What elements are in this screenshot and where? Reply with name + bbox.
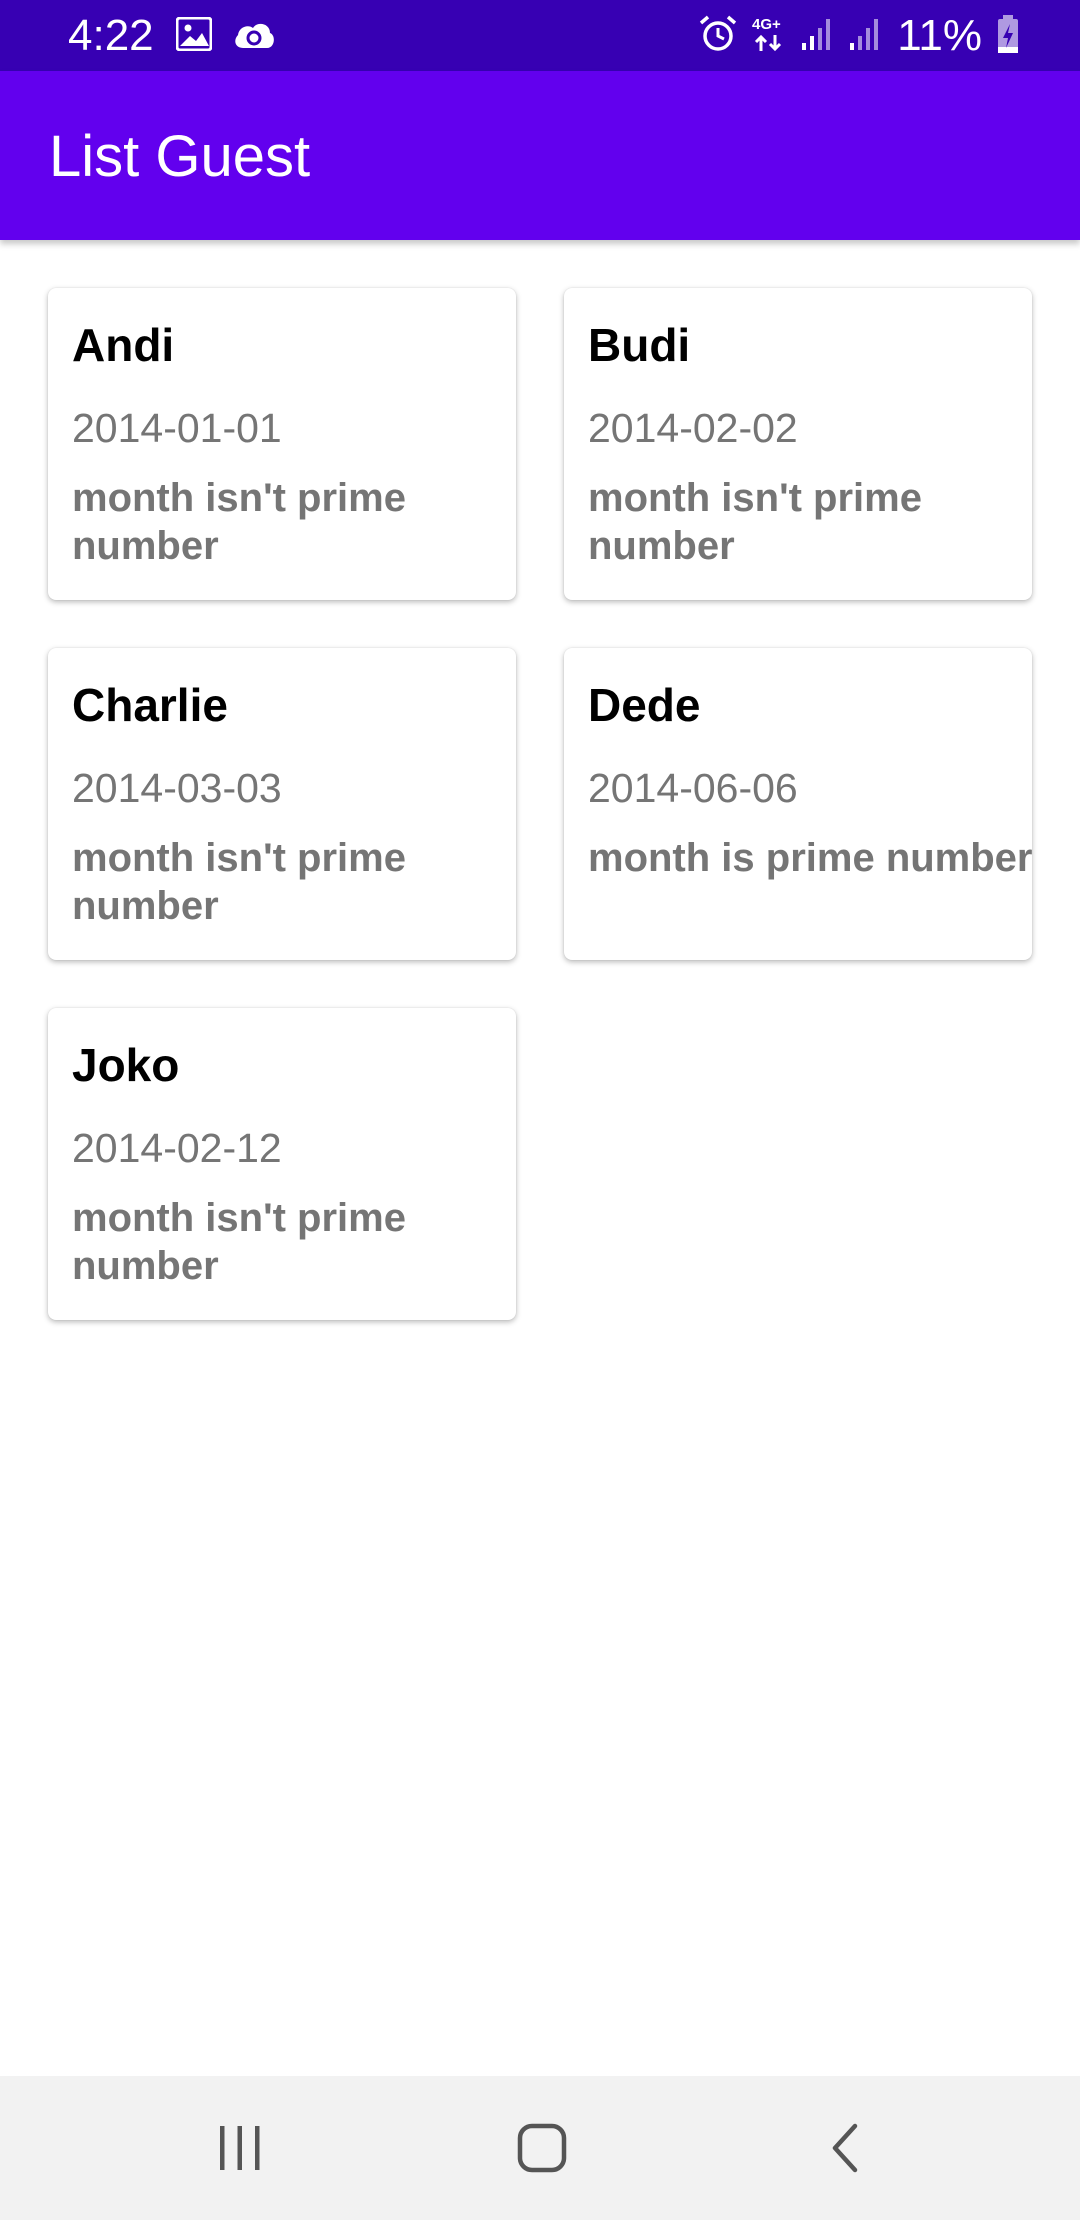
status-system-icons: 4G+ 11% [699, 10, 1020, 62]
cloud-sync-icon [232, 18, 276, 55]
signal-icon [849, 17, 883, 56]
home-button[interactable] [502, 2108, 582, 2188]
screen: 4:22 4G+ 11% List Guest Andi 2014-01-01 … [0, 0, 1080, 2220]
guest-card[interactable]: Charlie 2014-03-03 month isn't prime num… [48, 648, 516, 960]
guest-date: 2014-03-03 [72, 765, 282, 811]
guest-card[interactable]: Andi 2014-01-01 month isn't prime number [48, 288, 516, 600]
svg-text:4G+: 4G+ [752, 16, 781, 33]
guest-date: 2014-02-02 [588, 405, 798, 451]
back-button[interactable] [805, 2108, 885, 2188]
status-notification-icons [175, 16, 276, 56]
guest-date: 2014-01-01 [72, 405, 282, 451]
battery-percentage: 11% [897, 11, 982, 60]
home-icon [517, 2123, 567, 2173]
guest-card[interactable]: Budi 2014-02-02 month isn't prime number [564, 288, 1032, 600]
guest-date: 2014-02-12 [72, 1125, 282, 1171]
guest-date: 2014-06-06 [588, 765, 798, 811]
page-title: List Guest [49, 124, 311, 189]
status-bar: 4:22 4G+ 11% [0, 0, 1080, 71]
guest-prime-status: month isn't prime number [72, 476, 406, 568]
guest-name: Joko [72, 1039, 180, 1091]
alarm-icon [699, 15, 737, 58]
guest-list: Andi 2014-01-01 month isn't prime number… [48, 288, 1033, 1320]
guest-name: Andi [72, 319, 175, 371]
network-4g-icon: 4G+ [751, 15, 787, 58]
guest-name: Charlie [72, 679, 228, 731]
guest-prime-status: month isn't prime number [72, 1196, 406, 1288]
recent-apps-icon [220, 2126, 260, 2170]
signal-icon [801, 17, 835, 56]
guest-prime-status: month isn't prime number [72, 836, 406, 928]
guest-card[interactable]: Joko 2014-02-12 month isn't prime number [48, 1008, 516, 1320]
battery-charging-icon [996, 14, 1020, 59]
recent-apps-button[interactable] [200, 2108, 280, 2188]
guest-name: Dede [588, 679, 701, 731]
navigation-bar [0, 2076, 1080, 2220]
back-icon [832, 2123, 858, 2173]
status-time: 4:22 [68, 11, 154, 60]
guest-prime-status: month is prime number [588, 836, 1033, 880]
guest-prime-status: month isn't prime number [588, 476, 922, 568]
guest-name: Budi [588, 319, 691, 371]
app-bar: List Guest [0, 71, 1080, 240]
image-icon [175, 16, 213, 56]
guest-card[interactable]: Dede 2014-06-06 month is prime number [564, 648, 1033, 960]
